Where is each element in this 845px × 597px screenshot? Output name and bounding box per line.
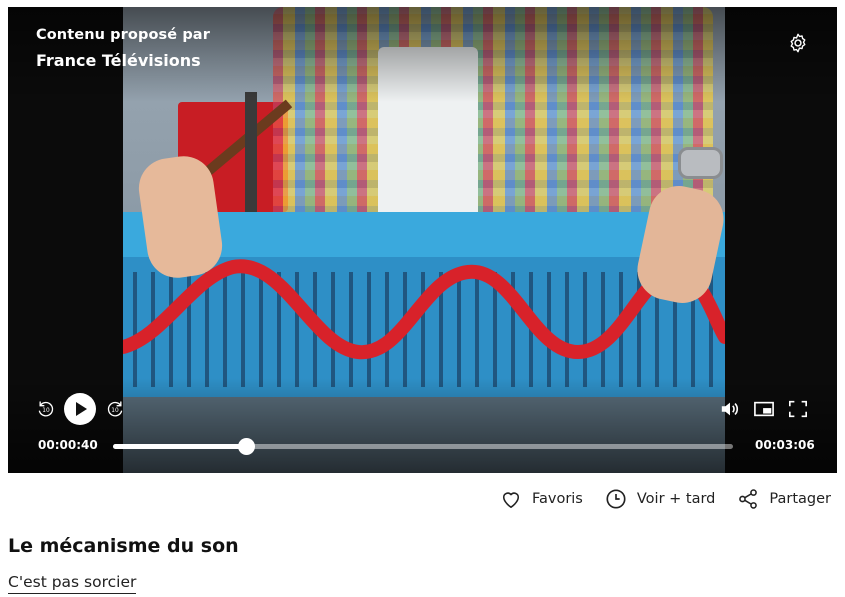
provider-info: Contenu proposé par France Télévisions bbox=[36, 27, 210, 70]
share-button[interactable]: Partager bbox=[737, 488, 831, 510]
video-player[interactable]: Contenu proposé par France Télévisions 1… bbox=[8, 7, 837, 473]
progress-fill bbox=[113, 444, 247, 449]
picture-in-picture-icon[interactable] bbox=[753, 399, 775, 419]
provider-label: Contenu proposé par bbox=[36, 27, 210, 43]
watch-later-button[interactable]: Voir + tard bbox=[605, 488, 716, 510]
progress-thumb[interactable] bbox=[237, 438, 255, 455]
volume-icon[interactable] bbox=[719, 399, 741, 419]
program-link[interactable]: C'est pas sorcier bbox=[8, 573, 137, 594]
heart-icon bbox=[502, 492, 520, 508]
favorites-label: Favoris bbox=[531, 491, 583, 507]
forward-10-icon[interactable]: 10 bbox=[105, 399, 125, 419]
video-title: Le mécanisme du son bbox=[8, 535, 239, 557]
bottom-gradient bbox=[8, 378, 837, 473]
scene-clamp bbox=[245, 92, 257, 217]
watch-later-label: Voir + tard bbox=[636, 491, 716, 507]
provider-name: France Télévisions bbox=[36, 51, 201, 70]
favorites-button[interactable]: Favoris bbox=[500, 489, 583, 509]
action-bar: Favoris Voir + tard Partager bbox=[500, 488, 831, 510]
scene-watch bbox=[678, 147, 723, 179]
duration-time: 00:03:06 bbox=[755, 438, 815, 452]
progress-track[interactable] bbox=[113, 444, 733, 449]
rewind-10-icon[interactable]: 10 bbox=[36, 399, 56, 419]
share-label: Partager bbox=[769, 491, 831, 507]
rewind-seconds-label: 10 bbox=[42, 408, 50, 414]
fullscreen-icon[interactable] bbox=[787, 399, 809, 419]
play-button[interactable] bbox=[64, 393, 96, 425]
gear-icon[interactable] bbox=[787, 32, 809, 54]
share-icon bbox=[739, 489, 758, 509]
clock-icon bbox=[606, 489, 626, 509]
current-time: 00:00:40 bbox=[38, 438, 98, 452]
forward-seconds-label: 10 bbox=[111, 408, 119, 414]
